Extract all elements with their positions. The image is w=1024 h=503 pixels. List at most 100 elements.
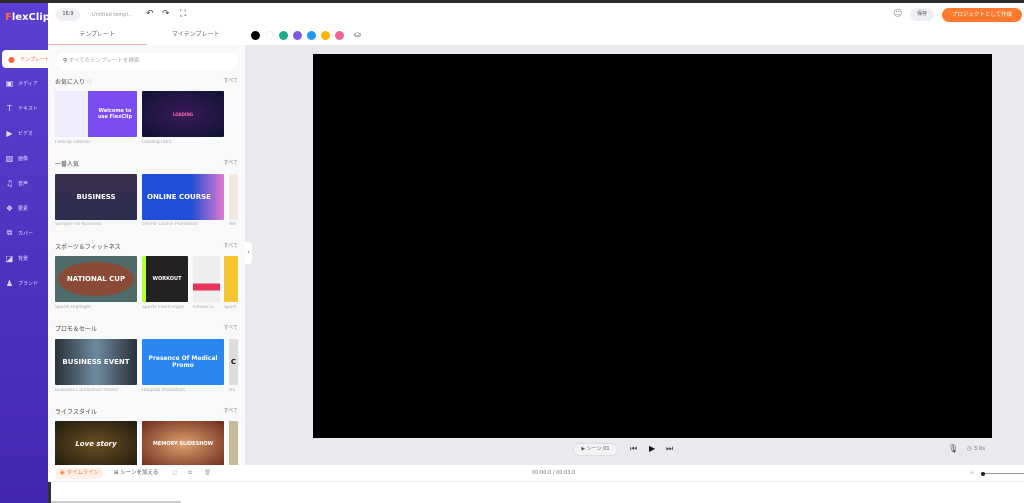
playhead[interactable] <box>48 482 51 503</box>
label: 要素 <box>18 205 29 212</box>
template-thumb[interactable]: MEMORY SLIDESHOW <box>142 421 224 465</box>
template-caption: Fitness S... <box>193 305 218 310</box>
duration-value: 3.0s <box>973 446 986 452</box>
music-icon: ♫ <box>5 178 14 188</box>
duration[interactable]: ◷ 3.0s <box>967 446 985 452</box>
next-icon[interactable]: ⏭ <box>666 444 673 454</box>
thumb-text: WORKOUT <box>152 276 182 282</box>
undo-icon[interactable]: ↶ <box>146 9 154 19</box>
sidebar-item-video[interactable]: ▶ ビデオ <box>0 124 48 142</box>
text-icon: T <box>7 103 12 113</box>
template-thumb[interactable]: Welcome to use FlexClip <box>55 91 137 137</box>
sidebar-item-background[interactable]: ◪ 背景 <box>0 249 48 267</box>
logo: FlexClip <box>5 12 50 23</box>
template-caption: Sample For Business <box>55 222 102 227</box>
collapse-panel-button[interactable]: ‹ <box>245 242 252 264</box>
template-caption: Sports Event Hype <box>142 305 184 310</box>
color-purple[interactable] <box>293 31 302 40</box>
create-project-button[interactable]: プロジェクトとして作成 <box>942 8 1022 22</box>
thumb-text: Love story <box>75 440 117 448</box>
label: シーンを加える <box>120 470 159 476</box>
zoom-slider[interactable] <box>981 471 1024 476</box>
see-all-link[interactable]: すべて <box>224 77 238 84</box>
sidebar-item-image[interactable]: ▨ 画像 <box>0 149 48 167</box>
template-thumb[interactable]: BUSINESS EVENT <box>55 339 137 385</box>
color-yellow[interactable] <box>321 31 330 40</box>
template-thumb[interactable] <box>224 256 238 302</box>
template-thumb[interactable]: Presence Of Medical Promo <box>142 339 224 385</box>
play-icon[interactable]: ▶ <box>649 444 655 453</box>
label: ビデオ <box>18 130 34 137</box>
template-thumb[interactable]: LOADING <box>142 91 224 137</box>
zoom-out-icon[interactable]: ⊖ <box>966 468 979 479</box>
thumb-text: ONLINE COURSE <box>147 193 211 201</box>
label: ブランド <box>18 280 39 287</box>
fullscreen-icon[interactable]: ⛶ <box>180 9 186 19</box>
template-thumb[interactable]: BUSINESS <box>55 174 137 220</box>
video-canvas[interactable] <box>313 54 992 438</box>
save-button[interactable]: 保存 <box>910 8 934 21</box>
label: 音声 <box>18 180 29 187</box>
sidebar-item-cover[interactable]: ⧉ カバー <box>0 224 48 242</box>
image-icon: ▨ <box>5 153 14 163</box>
section-title: プロモ＆セール <box>55 326 98 333</box>
color-blue[interactable] <box>307 31 316 40</box>
sidebar-item-media[interactable]: ▣ メディア <box>0 74 48 92</box>
sidebar-item-music[interactable]: ♫ 音声 <box>0 174 48 192</box>
see-all-link[interactable]: すべて <box>224 159 238 166</box>
color-green[interactable] <box>279 31 288 40</box>
canvas-area: ‹ ▶ シーン 01 ⏮ ▶ ⏭ 🎙 ◷ 3.0s <box>245 26 1024 465</box>
see-all-link[interactable]: すべて <box>224 407 238 414</box>
project-title[interactable]: Untitled templ... <box>92 12 133 18</box>
sidebar-item-text[interactable]: T テキスト <box>0 99 48 117</box>
section-popular: 一番人気 すべて <box>55 159 238 168</box>
color-black[interactable] <box>251 31 260 40</box>
thumb-text: MEMORY SLIDESHOW <box>152 441 214 447</box>
brand-icon: ♟ <box>5 278 14 288</box>
timeline-tab[interactable]: ◉ タイムライン <box>56 468 104 479</box>
sidebar-item-brand[interactable]: ♟ ブランド <box>0 274 48 292</box>
section-lifestyle: ライフスタイル すべて <box>55 407 238 416</box>
add-scene-button[interactable]: ⊞ シーンを加える <box>110 468 162 479</box>
feedback-icon[interactable]: ☺ <box>893 9 902 19</box>
template-caption: Sport <box>224 305 237 310</box>
duplicate-icon[interactable]: ⧉ <box>184 468 196 479</box>
background-icon: ◪ <box>5 253 14 263</box>
timeline-track[interactable] <box>48 482 1024 503</box>
template-caption: We <box>229 222 236 227</box>
template-thumb[interactable] <box>229 174 238 220</box>
template-thumb[interactable]: NATIONAL CUP <box>55 256 137 302</box>
template-thumb[interactable] <box>193 256 220 302</box>
cover-icon: ⧉ <box>6 228 13 237</box>
sidebar-item-template[interactable]: ● テンプレート <box>2 50 50 68</box>
sidebar-item-elements[interactable]: ❖ 要素 <box>0 199 48 217</box>
color-picker-icon[interactable]: ⛀ <box>354 30 361 39</box>
split-icon[interactable]: ◫ <box>168 468 181 479</box>
template-thumb[interactable]: WORKOUT <box>142 256 188 302</box>
see-all-link[interactable]: すべて <box>224 242 238 249</box>
color-white[interactable] <box>265 31 274 40</box>
see-all-link[interactable]: すべて <box>224 324 238 331</box>
redo-icon[interactable]: ↷ <box>162 9 170 19</box>
template-thumb[interactable]: Love story <box>55 421 137 465</box>
thumb-text: Presence Of Medical Promo <box>148 355 218 369</box>
label: テキスト <box>18 105 38 112</box>
tab-my-templates[interactable]: マイテンプレート <box>147 26 246 45</box>
color-pink[interactable] <box>335 31 344 40</box>
template-thumb[interactable]: C <box>229 339 238 385</box>
previous-icon[interactable]: ⏮ <box>630 444 637 454</box>
template-caption: Hospital Promotion <box>142 388 185 393</box>
delete-icon[interactable]: 🗑 <box>200 468 215 479</box>
time-readout: 00:00.0 / 00:03.0 <box>532 470 576 476</box>
microphone-icon[interactable]: 🎙 <box>948 444 958 453</box>
template-thumb[interactable]: ONLINE COURSE <box>142 174 224 220</box>
aspect-ratio-button[interactable]: 16:9 <box>56 8 80 21</box>
template-thumb[interactable] <box>229 421 238 465</box>
thumb-text: Welcome to use FlexClip <box>97 108 133 120</box>
thumb-text: LOADING <box>172 111 194 117</box>
tab-templates[interactable]: テンプレート <box>48 26 147 45</box>
scene-button[interactable]: ▶ シーン 01 <box>573 443 618 456</box>
search-input[interactable]: ⚲ すべてのテンプレートを検索 <box>55 53 238 70</box>
template-panel: テンプレート マイテンプレート ⚲ すべてのテンプレートを検索 お気に入り ♡ す… <box>48 26 245 465</box>
label: 画像 <box>18 155 29 162</box>
